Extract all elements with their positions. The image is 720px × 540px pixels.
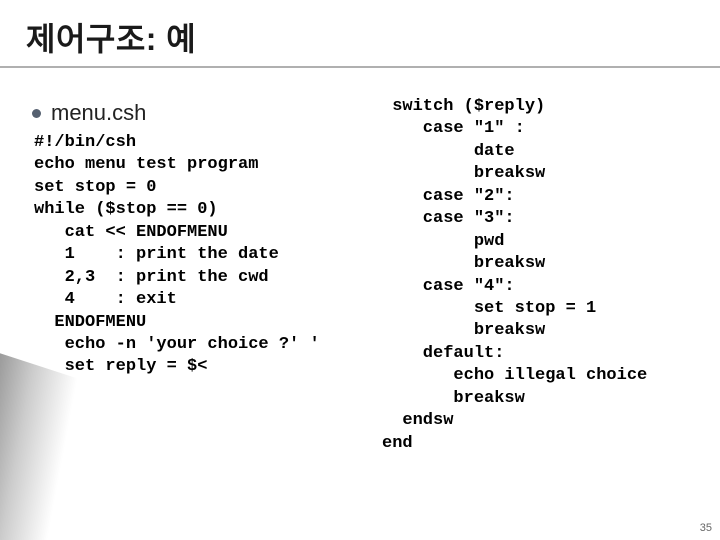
right-column: switch ($reply) case "1" : date breaksw … xyxy=(374,90,696,455)
content-columns: menu.csh #!/bin/csh echo menu test progr… xyxy=(24,90,696,455)
bullet-item: menu.csh xyxy=(32,100,374,126)
slide-title: 제어구조: 예 xyxy=(26,14,696,60)
title-underline xyxy=(0,66,720,68)
page-number: 35 xyxy=(700,522,712,534)
code-block-right: switch ($reply) case "1" : date breaksw … xyxy=(382,96,696,455)
left-column: menu.csh #!/bin/csh echo menu test progr… xyxy=(24,90,374,379)
bullet-label: menu.csh xyxy=(51,100,146,126)
slide: 제어구조: 예 menu.csh #!/bin/csh echo menu te… xyxy=(0,0,720,540)
bullet-icon xyxy=(32,109,41,118)
code-block-left: #!/bin/csh echo menu test program set st… xyxy=(34,132,374,379)
